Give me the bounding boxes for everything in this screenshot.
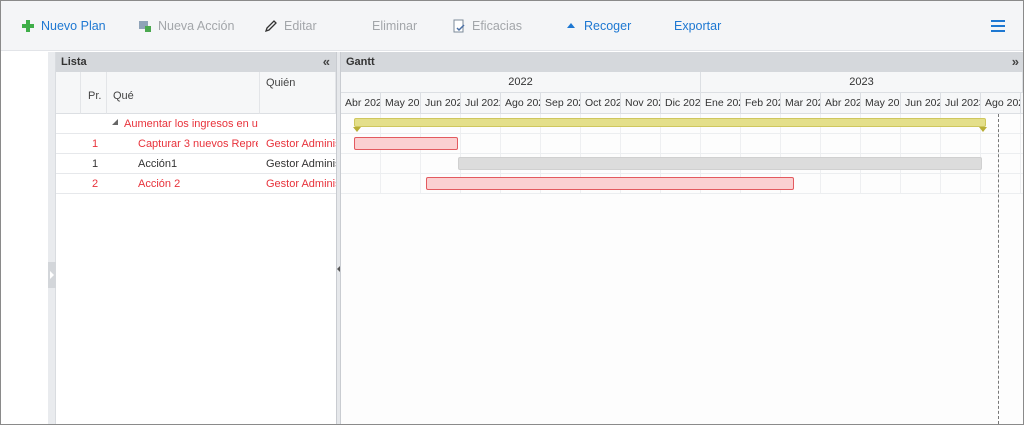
row-pr: 2 <box>92 178 99 190</box>
gantt-summary-bar[interactable] <box>354 118 986 127</box>
gantt-month-row: Abr 2022May 2022Jun 2022Jul 2022Ago 2022… <box>341 93 1023 114</box>
toolbar: Nuevo Plan Nueva Acción Editar Eliminar … <box>1 1 1023 51</box>
triangle-up-icon <box>564 19 578 33</box>
row-que: Acción 2 <box>138 178 181 190</box>
gantt-task-bar[interactable] <box>458 157 982 170</box>
delete-button[interactable]: Eliminar <box>372 17 417 35</box>
edit-button[interactable]: Editar <box>264 17 317 35</box>
month-header: Jul 2023 <box>941 93 981 114</box>
month-header: Abr 2022 <box>341 93 381 114</box>
efficacies-button[interactable]: Eficacias <box>452 17 522 35</box>
today-marker <box>998 114 999 424</box>
collapse-label: Recoger <box>584 19 632 33</box>
gantt-task-bar[interactable] <box>426 177 794 190</box>
document-check-icon <box>452 19 466 33</box>
table-row[interactable]: 1 Capturar 3 nuevos Represe... Gestor Ad… <box>56 134 336 154</box>
summary-end-marker <box>979 127 987 132</box>
expand-toggle-icon[interactable]: ◢ <box>112 117 118 126</box>
month-header: Oct 2022 <box>581 93 621 114</box>
gantt-year-row: 2022 2023 <box>341 72 1023 93</box>
month-header: May 2022 <box>381 93 421 114</box>
month-header: May 2023 <box>861 93 901 114</box>
edit-label: Editar <box>284 19 317 33</box>
plus-icon <box>21 19 35 33</box>
year-header: 2023 <box>701 72 1023 93</box>
new-action-label: Nueva Acción <box>158 19 235 33</box>
row-que: Capturar 3 nuevos Represe... <box>138 138 258 150</box>
export-label: Exportar <box>674 19 722 33</box>
month-header: Mar 2023 <box>781 93 821 114</box>
month-header: Jul 2022 <box>461 93 501 114</box>
row-que: Aumentar los ingresos en un 1... <box>124 118 258 130</box>
left-gutter <box>48 52 56 424</box>
month-header: Ene 2023 <box>701 93 741 114</box>
year-header: 2022 <box>341 72 701 93</box>
col-pr-label: Pr. <box>88 90 102 102</box>
row-pr: 1 <box>92 138 99 150</box>
new-plan-label: Nuevo Plan <box>41 19 106 33</box>
month-header: Nov 2022 <box>621 93 661 114</box>
gantt-title: Gantt <box>346 56 375 68</box>
delete-label: Eliminar <box>372 19 418 33</box>
export-button[interactable]: Exportar <box>674 17 721 35</box>
month-header: Abr 2023 <box>821 93 861 114</box>
month-header: Feb 2023 <box>741 93 781 114</box>
add-action-icon <box>138 19 152 33</box>
row-quien: Gestor Administr <box>266 178 336 190</box>
lista-panel: Lista « Pr. Qué Quién ◢ Aumentar los ing… <box>56 52 336 424</box>
collapse-list-icon[interactable]: « <box>323 54 330 69</box>
lista-header: Lista « <box>56 52 336 72</box>
gantt-header: Gantt » <box>341 52 1023 72</box>
lista-title: Lista <box>61 56 87 68</box>
expand-gantt-icon[interactable]: » <box>1012 54 1019 69</box>
new-action-button[interactable]: Nueva Acción <box>138 17 234 35</box>
row-quien: Gestor Administr <box>266 138 336 150</box>
month-header: Jun 2022 <box>421 93 461 114</box>
efficacies-label: Eficacias <box>472 19 523 33</box>
new-plan-button[interactable]: Nuevo Plan <box>21 17 106 35</box>
summary-end-marker <box>353 127 361 132</box>
gantt-task-bar[interactable] <box>354 137 458 150</box>
table-row[interactable]: 2 Acción 2 Gestor Administr <box>56 174 336 194</box>
col-quien-header[interactable]: Quién <box>260 72 336 114</box>
row-pr: 1 <box>92 158 99 170</box>
gantt-panel: Gantt » 2022 2023 Abr 2022May 2022Jun 20… <box>341 52 1023 424</box>
row-que: Acción1 <box>138 158 178 170</box>
table-row[interactable]: ◢ Aumentar los ingresos en un 1... <box>56 114 336 134</box>
collapse-button[interactable]: Recoger <box>564 17 631 35</box>
hamburger-menu-icon[interactable] <box>991 20 1005 32</box>
month-header: Ago 2023 <box>981 93 1021 114</box>
month-header: Dic 2022 <box>661 93 701 114</box>
month-header: Sep 2022 <box>541 93 581 114</box>
expand-left-handle[interactable] <box>48 262 56 288</box>
row-quien: Gestor Administr <box>266 158 336 170</box>
month-header: Jun 2023 <box>901 93 941 114</box>
col-quien-label: Quién <box>266 77 296 89</box>
col-pr-header[interactable]: Pr. <box>81 72 107 114</box>
month-header: Ago 2022 <box>501 93 541 114</box>
col-que-label: Qué <box>113 90 134 102</box>
pencil-icon <box>264 19 278 33</box>
table-row[interactable]: 1 Acción1 Gestor Administr <box>56 154 336 174</box>
col-blank <box>56 72 81 114</box>
col-que-header[interactable]: Qué <box>107 72 260 114</box>
